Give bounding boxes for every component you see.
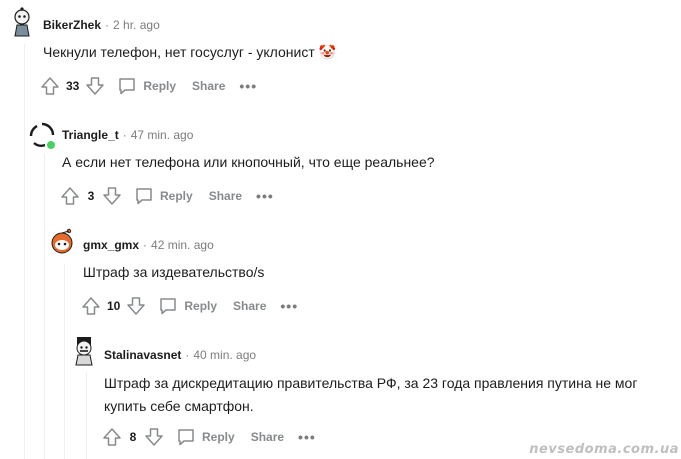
share-button[interactable]: Share [233, 299, 266, 313]
thread-line[interactable] [86, 372, 87, 459]
author-name[interactable]: Triangle_t [62, 128, 119, 142]
comment-body: Чекнули телефон, нет госуслуг - уклонист… [43, 44, 337, 60]
comment-meta: gmx_gmx · 42 min. ago [83, 237, 214, 253]
snoo-avatar-icon [51, 228, 73, 254]
vote-score: 3 [87, 189, 95, 203]
snoo-avatar-icon [14, 7, 30, 37]
comment-meta: BikerZhek · 2 hr. ago [43, 17, 160, 33]
comment-meta: Stalinavasnet · 40 min. ago [104, 347, 256, 363]
downvote-icon[interactable] [126, 296, 146, 316]
more-options-button[interactable]: ••• [280, 298, 298, 314]
timestamp[interactable]: 2 hr. ago [113, 18, 160, 32]
vote-score: 8 [129, 430, 137, 444]
avatar[interactable] [6, 6, 38, 38]
separator-dot: · [105, 18, 110, 32]
reply-label: Reply [160, 189, 193, 203]
author-name[interactable]: gmx_gmx [83, 238, 139, 252]
share-button[interactable]: Share [209, 189, 242, 203]
comment-body: Штраф за издевательство/s [83, 264, 265, 280]
reply-icon [119, 78, 136, 95]
more-options-button[interactable]: ••• [239, 78, 257, 94]
reply-button[interactable]: Reply [117, 76, 176, 96]
comment-actions: 10 Reply Share ••• [81, 294, 298, 318]
comment-meta: Triangle_t · 47 min. ago [62, 127, 193, 143]
thread-line[interactable] [64, 264, 65, 459]
upvote-icon[interactable] [60, 186, 80, 206]
upvote-icon[interactable] [81, 296, 101, 316]
thread-line[interactable] [24, 44, 25, 459]
thread-line[interactable] [44, 154, 45, 459]
reply-button[interactable]: Reply [176, 427, 235, 447]
comment-body: Штраф за дискредитацию правительства РФ,… [104, 375, 638, 414]
comment-actions: 3 Reply Share ••• [60, 184, 274, 208]
separator-dot: · [185, 348, 190, 362]
vote-score: 10 [107, 299, 121, 313]
avatar[interactable] [68, 334, 100, 366]
reply-icon [178, 429, 194, 446]
more-options-button[interactable]: ••• [298, 429, 316, 445]
author-name[interactable]: BikerZhek [43, 18, 101, 32]
share-button[interactable]: Share [192, 79, 225, 93]
author-name[interactable]: Stalinavasnet [104, 348, 181, 362]
separator-dot: · [143, 238, 148, 252]
reply-label: Reply [143, 79, 177, 93]
reply-button[interactable]: Reply [158, 296, 217, 316]
reply-button[interactable]: Reply [134, 186, 193, 206]
snoo-avatar-icon [75, 337, 93, 366]
downvote-icon[interactable] [144, 427, 164, 447]
downvote-icon[interactable] [85, 76, 105, 96]
avatar[interactable] [46, 226, 78, 258]
reply-label: Reply [184, 299, 218, 313]
comment-actions: 8 Reply Share ••• [102, 425, 316, 449]
timestamp[interactable]: 40 min. ago [193, 348, 256, 362]
comment-actions: 33 Reply Share ••• [40, 74, 257, 98]
vote-score: 33 [66, 79, 80, 93]
upvote-icon[interactable] [40, 76, 60, 96]
reply-icon [160, 298, 177, 315]
upvote-icon[interactable] [102, 427, 122, 447]
watermark: nevsedoma.com.ua [529, 442, 679, 457]
online-status-icon [45, 139, 57, 151]
comment-body: А если нет телефона или кнопочный, что е… [62, 154, 435, 170]
downvote-icon[interactable] [102, 186, 122, 206]
more-options-button[interactable]: ••• [256, 188, 274, 204]
timestamp[interactable]: 42 min. ago [151, 238, 214, 252]
share-button[interactable]: Share [251, 430, 284, 444]
reply-icon [136, 188, 152, 205]
reply-label: Reply [202, 430, 235, 444]
separator-dot: · [122, 128, 127, 142]
timestamp[interactable]: 47 min. ago [131, 128, 194, 142]
